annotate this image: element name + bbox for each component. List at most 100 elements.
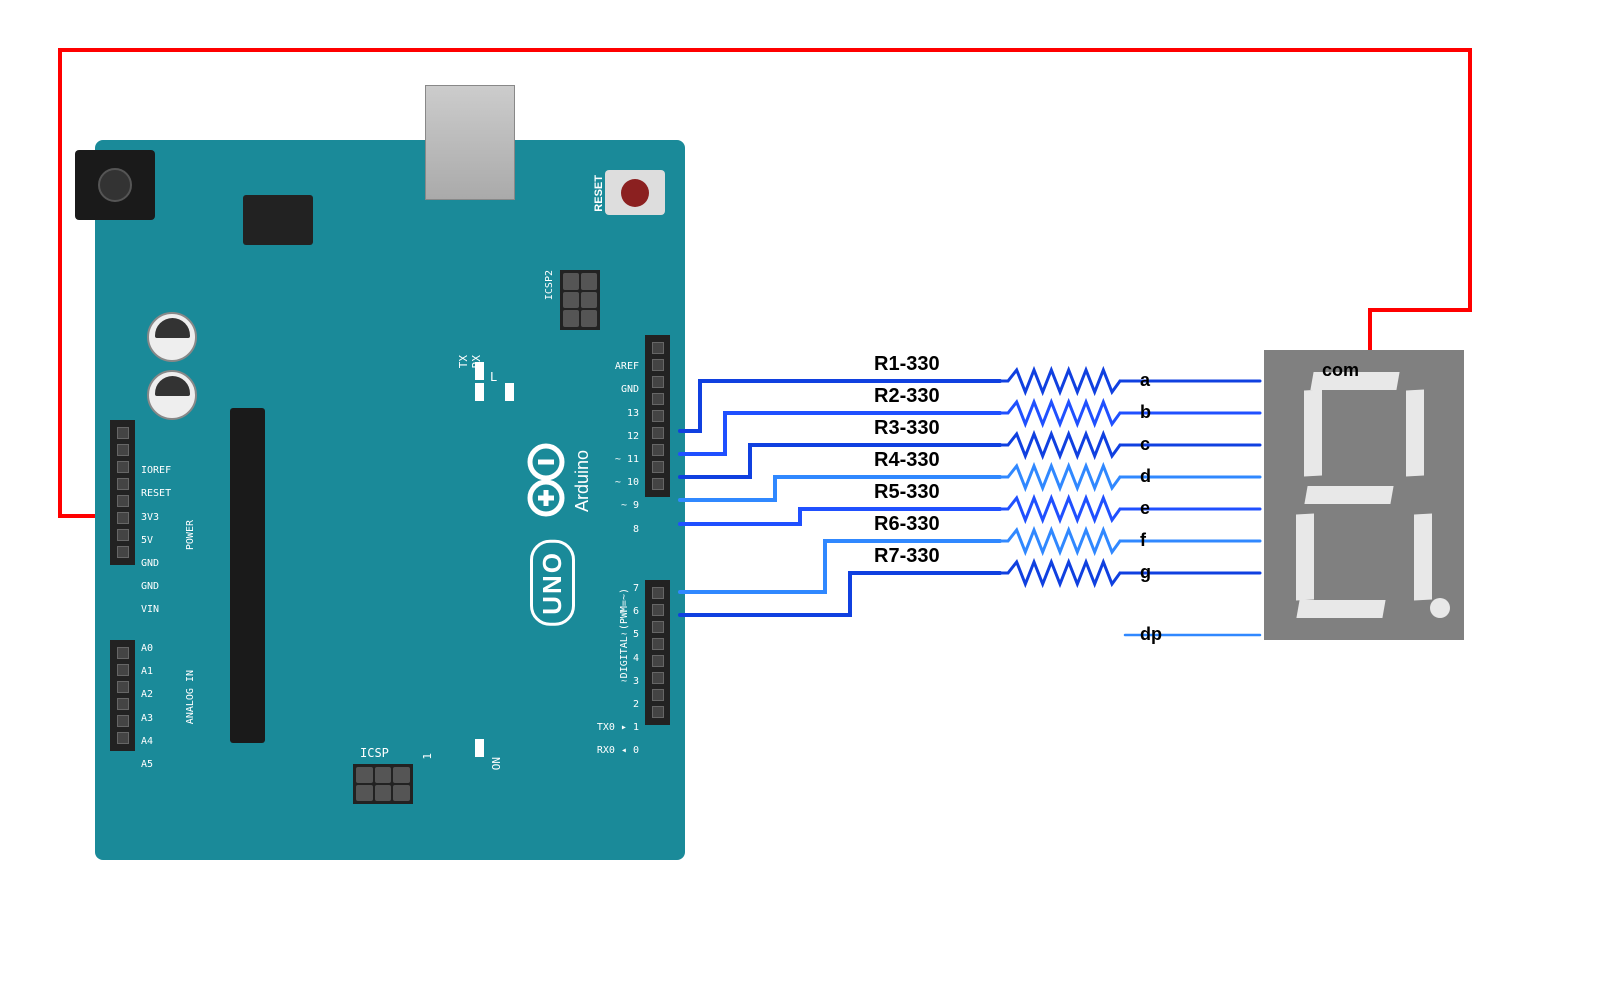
pin-label: ~ 6 [621, 606, 639, 617]
arduino-uno-board: RESET Arduino UNO TXRX L ON 1 DIGITAL (P… [95, 140, 685, 860]
wire-pin6-to-g [680, 573, 1000, 615]
pin-label: 8 [633, 524, 639, 535]
resistor-label: R5-330 [874, 481, 940, 504]
resistor-R3-330 [1000, 434, 1120, 456]
pin-label: GND [621, 384, 639, 395]
capacitor [147, 370, 197, 420]
power-section-label: POWER [185, 520, 196, 550]
pin-hole[interactable] [117, 495, 129, 507]
pin-hole[interactable] [652, 478, 664, 490]
pin-label: ~ 9 [621, 500, 639, 511]
pin-hole[interactable] [117, 715, 129, 727]
icsp-label: ICSP [360, 746, 389, 760]
pin-hole[interactable] [652, 376, 664, 388]
pin-hole[interactable] [652, 621, 664, 633]
wire-pin7-to-f [680, 541, 1000, 592]
pin-label: A4 [141, 736, 153, 747]
pin-hole[interactable] [652, 410, 664, 422]
led-on [475, 739, 484, 757]
pin-hole[interactable] [117, 647, 129, 659]
pin-hole[interactable] [117, 698, 129, 710]
display-pin-label-g: g [1140, 562, 1254, 583]
led-tx [475, 383, 484, 401]
reset-button[interactable] [605, 170, 665, 215]
usb-connector [425, 85, 515, 200]
pin-hole[interactable] [117, 529, 129, 541]
resistor-R2-330 [1000, 402, 1120, 424]
pin-hole[interactable] [652, 655, 664, 667]
pin-hole[interactable] [652, 342, 664, 354]
resistor-R4-330 [1000, 466, 1120, 488]
power-jack [75, 150, 155, 220]
segment-b [1406, 390, 1424, 477]
display-com-label: com [1322, 360, 1359, 381]
pin-hole[interactable] [117, 461, 129, 473]
pin-hole[interactable] [652, 444, 664, 456]
pin-label: A2 [141, 689, 153, 700]
digital-header-top [645, 335, 670, 497]
pin-hole[interactable] [652, 689, 664, 701]
pin-hole[interactable] [652, 604, 664, 616]
pin-label: A5 [141, 759, 153, 770]
pin-hole[interactable] [117, 681, 129, 693]
on-label: ON [490, 757, 503, 770]
l-label: L [490, 370, 497, 384]
capacitor [147, 312, 197, 362]
resistor-label: R1-330 [874, 353, 940, 376]
wire-pin8-to-e [680, 509, 1000, 524]
wire-pin9-to-d [680, 477, 1000, 500]
wire-pin10-to-c [680, 445, 1000, 477]
pin-hole[interactable] [117, 732, 129, 744]
pin-hole[interactable] [652, 587, 664, 599]
resistor-R6-330 [1000, 530, 1120, 552]
power-header [110, 420, 135, 565]
pin-hole[interactable] [652, 461, 664, 473]
pin-label: ~ 11 [615, 454, 639, 465]
pin-hole[interactable] [652, 427, 664, 439]
pin-label: 13 [627, 408, 639, 419]
led-l [505, 383, 514, 401]
pin-label: ~ 5 [621, 629, 639, 640]
pin-hole[interactable] [652, 393, 664, 405]
pin-hole[interactable] [652, 672, 664, 684]
seven-segment-display [1264, 350, 1464, 640]
resistor-R7-330 [1000, 562, 1120, 584]
pin-label: A1 [141, 666, 153, 677]
analog-section-label: ANALOG IN [185, 670, 196, 724]
pin-hole[interactable] [117, 427, 129, 439]
display-pin-label-a: a [1140, 370, 1254, 391]
pin-hole[interactable] [117, 512, 129, 524]
pin-hole[interactable] [652, 638, 664, 650]
resistor-R1-330 [1000, 370, 1120, 392]
pin-hole[interactable] [117, 478, 129, 490]
display-pin-label-dp: dp [1140, 624, 1254, 645]
pin-hole[interactable] [117, 664, 129, 676]
brand-label: Arduino [572, 450, 593, 512]
wire-pin12-to-a [680, 381, 1000, 431]
pin-label: 7 [633, 583, 639, 594]
segment-g [1304, 486, 1393, 504]
pin-label: 2 [633, 699, 639, 710]
resistor-R5-330 [1000, 498, 1120, 520]
segment-f [1304, 390, 1322, 477]
resistor-label: R6-330 [874, 513, 940, 536]
pin-label: ~ 10 [615, 477, 639, 488]
resistor-label: R7-330 [874, 545, 940, 568]
pin-hole[interactable] [652, 706, 664, 718]
icsp-header [353, 764, 413, 804]
pin-label: A3 [141, 713, 153, 724]
segment-c [1414, 514, 1432, 601]
pin-label: RESET [141, 488, 171, 499]
pin-hole[interactable] [117, 444, 129, 456]
pin-hole[interactable] [652, 359, 664, 371]
voltage-regulator [243, 195, 313, 245]
pin-label: GND [141, 581, 159, 592]
icsp2-label: ICSP2 [544, 270, 555, 300]
pin-label: ~ 3 [621, 676, 639, 687]
pin-hole[interactable] [117, 546, 129, 558]
icsp2-header [560, 270, 600, 330]
wire-pin11-to-b [680, 413, 1000, 454]
resistor-label: R3-330 [874, 417, 940, 440]
pin-label: GND [141, 558, 159, 569]
analog-header [110, 640, 135, 751]
